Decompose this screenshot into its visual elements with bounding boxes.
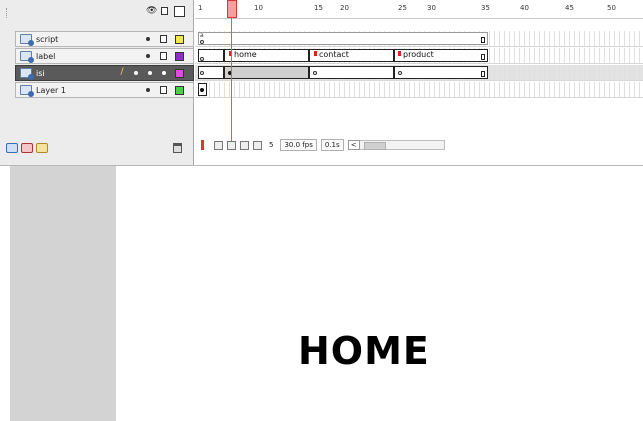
modify-onion-markers-icon[interactable] (253, 140, 262, 150)
layer-row-label[interactable]: label (15, 48, 194, 64)
outline-color[interactable] (175, 35, 184, 44)
ruler-number: 45 (565, 4, 574, 12)
panel-grip[interactable] (6, 8, 9, 18)
keyframe-empty[interactable] (200, 71, 204, 75)
ruler-number: 1 (198, 4, 203, 12)
layer-icon (20, 51, 34, 63)
frame-cells (195, 82, 643, 97)
ruler-number: 25 (398, 4, 407, 12)
insert-folder-icon[interactable] (36, 143, 48, 153)
edit-multiple-frames-icon[interactable] (240, 140, 249, 150)
elapsed-time: 0.1s (320, 139, 344, 151)
frame-ruler[interactable]: 1 5 10 15 20 25 30 35 40 45 50 (195, 0, 643, 19)
visibility-dot[interactable] (146, 54, 150, 58)
pasteboard (10, 166, 116, 421)
layer-row-isi[interactable]: isi / (15, 65, 194, 81)
timeline-panel: 👁 script label isi / Layer 1 1 10 15 20 … (0, 0, 643, 166)
playhead[interactable] (227, 0, 237, 18)
frames-row-script[interactable]: a (195, 31, 643, 47)
center-frame-icon[interactable] (201, 140, 204, 150)
action-marker: a (200, 32, 204, 39)
lock-toggle[interactable] (160, 86, 167, 94)
layer-tools (6, 143, 48, 153)
outline-color[interactable] (175, 69, 184, 78)
frame-span[interactable] (224, 66, 309, 79)
layer-name: script (36, 34, 59, 44)
pencil-icon: / (120, 67, 124, 77)
stage-canvas[interactable]: HOME (116, 166, 643, 421)
playhead-line (231, 18, 232, 146)
span-end (481, 37, 485, 43)
ruler-number: 30 (427, 4, 436, 12)
ruler-number: 50 (607, 4, 616, 12)
outline-color[interactable] (175, 52, 184, 61)
layer-icon (20, 68, 34, 80)
keyframe-filled[interactable] (200, 88, 204, 92)
frame-label-product[interactable]: product (403, 50, 434, 59)
layer-icon (20, 34, 34, 46)
ruler-number: 20 (340, 4, 349, 12)
scroll-left-arrow[interactable]: < (347, 140, 360, 150)
frame-label-flag (314, 51, 317, 56)
keyframe-empty[interactable] (200, 57, 204, 61)
frame-label-home[interactable]: home (234, 50, 257, 59)
visibility-dot[interactable] (134, 71, 138, 75)
frame-rate[interactable]: 30.0 fps (280, 139, 317, 151)
lock-icon[interactable] (161, 7, 168, 15)
lock-dot-2[interactable] (162, 71, 166, 75)
frames-panel: 1 5 10 15 20 25 30 35 40 45 50 a (195, 0, 643, 165)
layer-row-script[interactable]: script (15, 31, 194, 47)
layer-name: isi (36, 68, 45, 78)
layer-name: Layer 1 (36, 85, 66, 95)
span-end (481, 71, 485, 77)
eye-icon[interactable]: 👁 (146, 6, 157, 16)
horizontal-scrollbar[interactable] (359, 140, 445, 150)
visibility-dot[interactable] (146, 88, 150, 92)
ruler-number: 35 (481, 4, 490, 12)
layer-name: label (36, 51, 56, 61)
lock-dot[interactable] (148, 71, 152, 75)
ruler-number: 10 (254, 4, 263, 12)
outline-icon[interactable] (174, 6, 185, 17)
layer-row-layer-1[interactable]: Layer 1 (15, 82, 194, 98)
frames-row-label[interactable]: home contact product (195, 48, 643, 64)
frame-span[interactable] (198, 32, 488, 45)
keyframe-empty[interactable] (398, 71, 402, 75)
frame-span[interactable] (394, 66, 488, 79)
frames-row-layer-1[interactable] (195, 82, 643, 98)
keyframe-empty[interactable] (200, 40, 204, 44)
frames-row-isi[interactable] (195, 65, 643, 81)
ruler-number: 40 (520, 4, 529, 12)
insert-layer-icon[interactable] (6, 143, 18, 153)
stage-area: HOME (0, 166, 643, 421)
ruler-number: 15 (314, 4, 323, 12)
layer-icon (20, 85, 34, 97)
outline-color[interactable] (175, 86, 184, 95)
frame-span[interactable] (309, 66, 394, 79)
onion-skin-outlines-icon[interactable] (227, 140, 236, 150)
scroll-thumb[interactable] (363, 142, 386, 150)
lock-toggle[interactable] (160, 52, 167, 60)
frame-label-flag (398, 51, 401, 56)
stage-home-text[interactable]: HOME (298, 329, 430, 373)
delete-layer-icon[interactable] (173, 143, 182, 153)
visibility-dot[interactable] (146, 37, 150, 41)
timeline-status-bar: 5 30.0 fps 0.1s < (201, 136, 643, 154)
layer-panel: 👁 script label isi / Layer 1 (0, 0, 194, 165)
lock-toggle[interactable] (160, 35, 167, 43)
add-motion-guide-icon[interactable] (21, 143, 33, 153)
span-end (481, 54, 485, 60)
current-frame: 5 (269, 141, 274, 149)
onion-skin-icon[interactable] (214, 140, 223, 150)
frame-label-contact[interactable]: contact (319, 50, 349, 59)
keyframe-empty[interactable] (313, 71, 317, 75)
